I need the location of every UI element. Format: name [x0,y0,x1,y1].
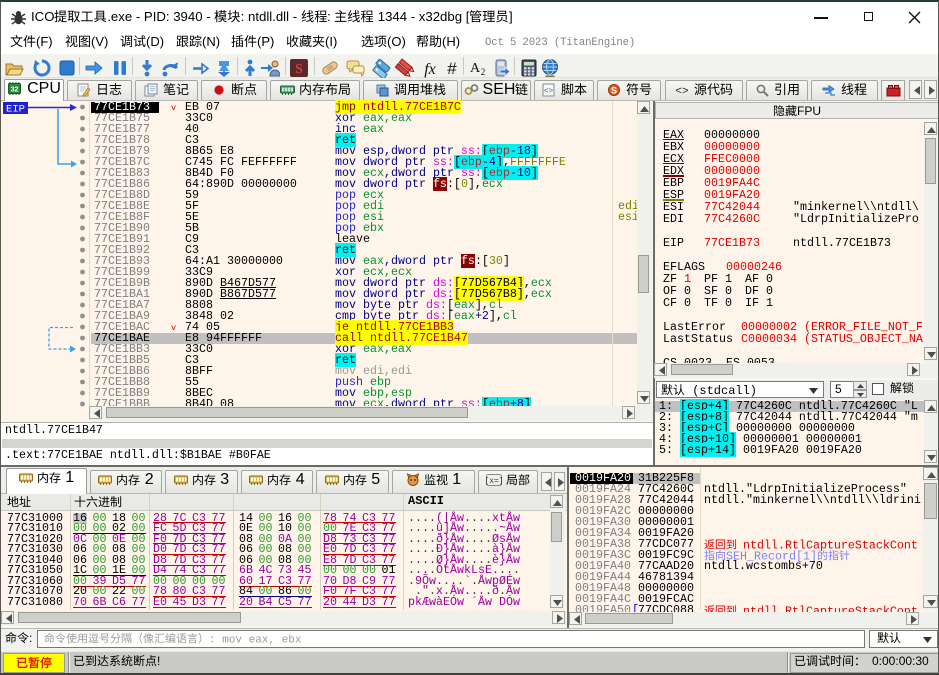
svg-text:S: S [295,62,303,77]
svg-text:A: A [470,61,481,76]
svg-text:2: 2 [481,67,486,77]
svg-text:fx: fx [424,61,436,78]
svg-text:EIP: EIP [6,104,25,116]
svg-text:#: # [447,59,457,78]
svg-text:32: 32 [11,87,19,94]
svg-text:<>: <> [675,86,688,97]
svg-text:[x=]: [x=] [486,477,502,486]
svg-text:S: S [610,85,616,95]
svg-text:<>: <> [543,87,553,96]
